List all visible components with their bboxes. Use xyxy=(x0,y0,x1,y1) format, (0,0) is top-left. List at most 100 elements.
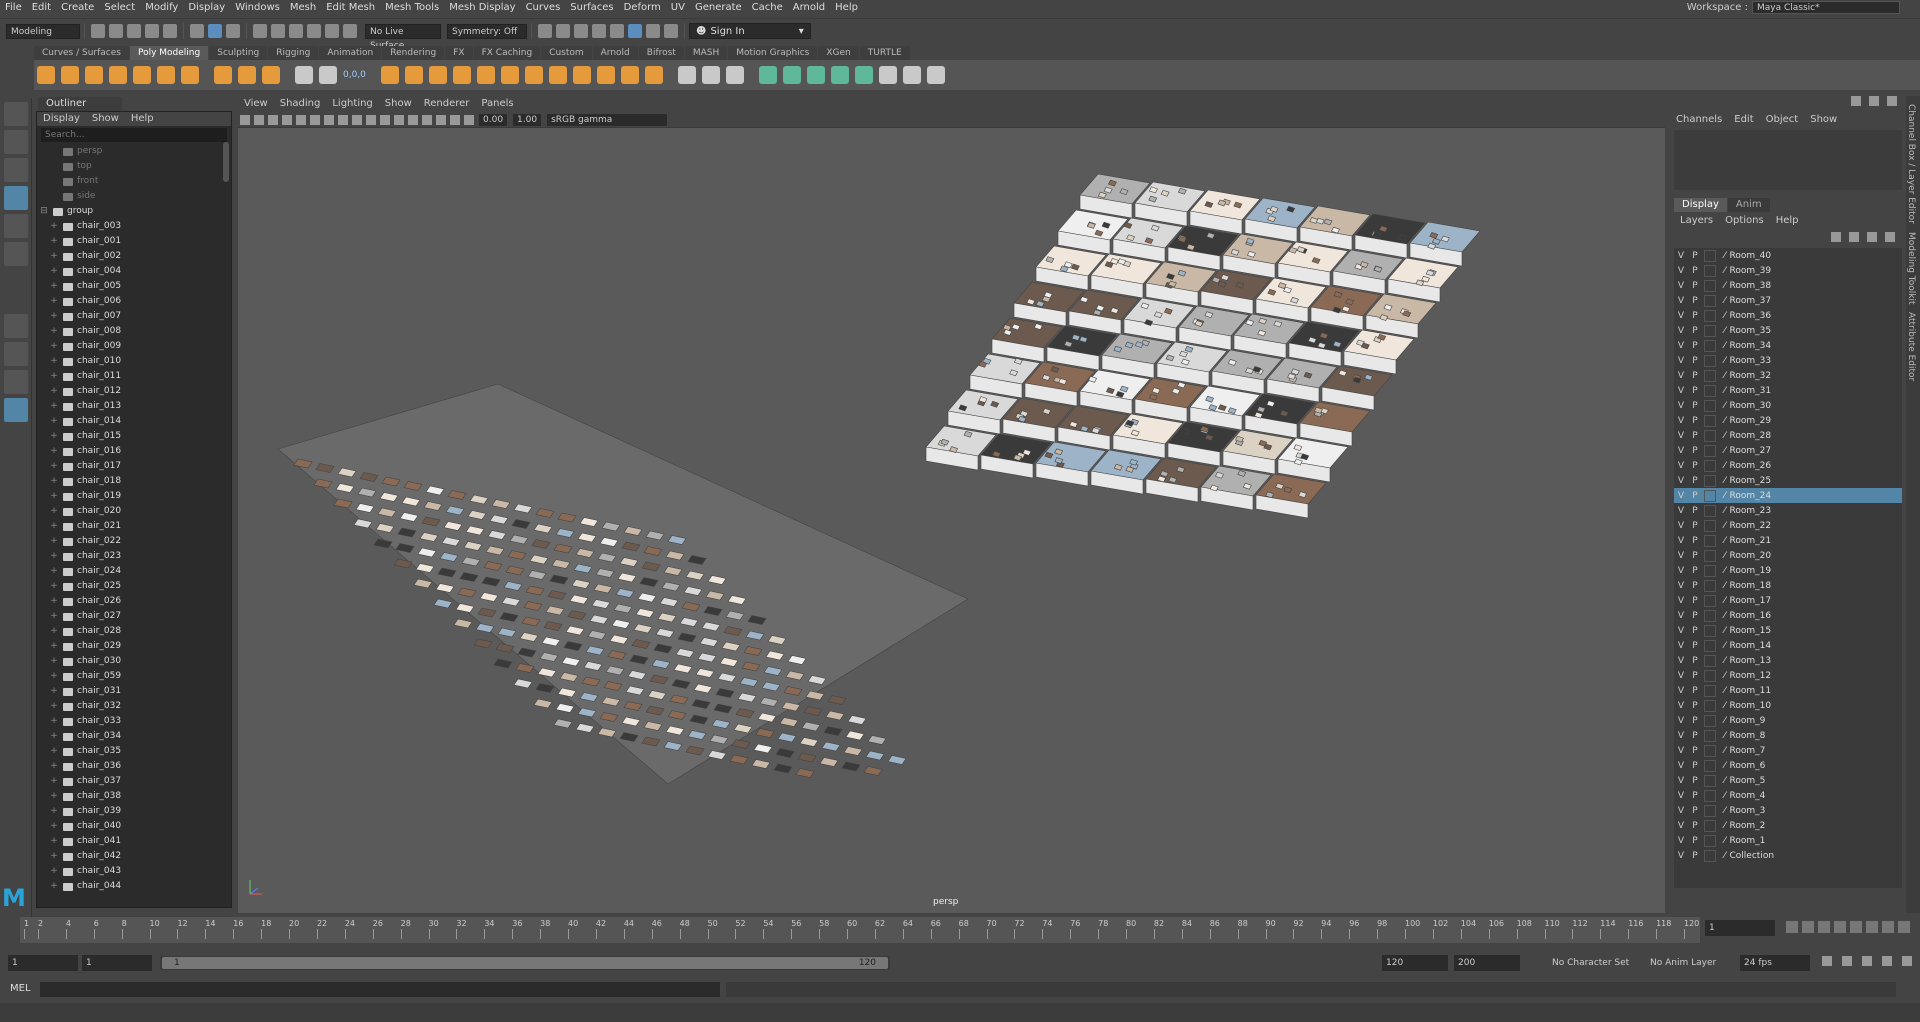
loop-icon[interactable] xyxy=(1822,956,1832,966)
layer-color-swatch[interactable] xyxy=(1704,339,1716,352)
rotate-tool-icon[interactable] xyxy=(4,214,28,238)
undo-icon[interactable] xyxy=(145,24,159,38)
poly-cylinder-icon[interactable] xyxy=(85,66,103,84)
layer-row[interactable]: V P ⁄ Room_12 xyxy=(1674,668,1902,683)
outliner-item-row[interactable]: + chair_010 xyxy=(37,354,231,369)
shelf-tab-turtle[interactable]: TURTLE xyxy=(859,46,910,60)
layer-visibility-toggle[interactable]: V xyxy=(1674,491,1688,501)
outliner-item-row[interactable]: + chair_012 xyxy=(37,384,231,399)
expand-icon[interactable]: + xyxy=(49,849,59,864)
outliner-item-row[interactable]: + chair_004 xyxy=(37,264,231,279)
outliner-item-row[interactable]: + chair_037 xyxy=(37,774,231,789)
layer-playback-toggle[interactable]: P xyxy=(1688,596,1702,606)
layer-row[interactable]: V P ⁄ Room_1 xyxy=(1674,833,1902,848)
exposure-field[interactable]: 0.00 xyxy=(479,113,508,126)
camera-icon[interactable] xyxy=(240,114,250,125)
layer-playback-toggle[interactable]: P xyxy=(1688,626,1702,636)
layer-color-swatch[interactable] xyxy=(1704,819,1716,832)
viewport-panel[interactable]: View Shading Lighting Show Renderer Panels 0.… xyxy=(238,96,1665,913)
redo-icon[interactable] xyxy=(163,24,177,38)
layer-visibility-toggle[interactable]: V xyxy=(1674,761,1688,771)
layer-visibility-toggle[interactable]: V xyxy=(1674,806,1688,816)
menu-mesh-tools[interactable]: Mesh Tools xyxy=(380,0,444,16)
toggle-modeling-toolkit-icon[interactable] xyxy=(1887,96,1897,106)
layer-color-swatch[interactable] xyxy=(1704,399,1716,412)
layer-row[interactable]: V P ⁄ Room_36 xyxy=(1674,308,1902,323)
expand-icon[interactable]: + xyxy=(49,219,59,234)
multi-cut-icon[interactable] xyxy=(319,66,337,84)
viewport-menu-shading[interactable]: Shading xyxy=(274,96,327,112)
outliner-item-row[interactable]: + chair_003 xyxy=(37,219,231,234)
bookmark-icon[interactable] xyxy=(268,114,278,125)
type-text-icon[interactable] xyxy=(238,66,256,84)
timeline-ticks[interactable]: 1 2 4 6 8 10 12 14 16 18 20 22 24 26 28 30 32 34 36 38 40 42 4… xyxy=(20,917,1700,943)
layer-visibility-toggle[interactable]: V xyxy=(1674,371,1688,381)
layer-color-swatch[interactable] xyxy=(1704,714,1716,727)
step-forward-frame-icon[interactable] xyxy=(1866,921,1878,933)
layer-visibility-toggle[interactable]: V xyxy=(1674,296,1688,306)
menu-curves[interactable]: Curves xyxy=(521,0,566,16)
menu-help[interactable]: Help xyxy=(830,0,863,16)
side-tab[interactable]: Attribute Editor xyxy=(1906,312,1916,381)
layer-playback-toggle[interactable]: P xyxy=(1688,731,1702,741)
new-layer-icon[interactable] xyxy=(1867,232,1877,242)
layer-playback-toggle[interactable]: P xyxy=(1688,371,1702,381)
layer-row[interactable]: V P ⁄ Collection xyxy=(1674,848,1902,863)
layer-row[interactable]: V P ⁄ Room_10 xyxy=(1674,698,1902,713)
side-tab[interactable]: Modeling Toolkit xyxy=(1906,232,1916,305)
smooth-shade-icon[interactable] xyxy=(366,114,376,125)
layer-playback-toggle[interactable]: P xyxy=(1688,386,1702,396)
expand-icon[interactable]: + xyxy=(49,444,59,459)
layer-visibility-toggle[interactable]: V xyxy=(1674,536,1688,546)
layer-color-swatch[interactable] xyxy=(1704,429,1716,442)
layer-color-swatch[interactable] xyxy=(1704,669,1716,682)
play-forward-icon[interactable] xyxy=(1850,921,1862,933)
select-tool-icon[interactable] xyxy=(4,102,28,126)
menu-surfaces[interactable]: Surfaces xyxy=(565,0,618,16)
step-back-frame-icon[interactable] xyxy=(1818,921,1830,933)
lasso-tool-icon[interactable] xyxy=(4,130,28,154)
layer-visibility-toggle[interactable]: V xyxy=(1674,626,1688,636)
layer-playback-toggle[interactable]: P xyxy=(1688,791,1702,801)
layer-playback-toggle[interactable]: P xyxy=(1688,581,1702,591)
layer-tab-display[interactable]: Display xyxy=(1674,198,1727,212)
layer-visibility-toggle[interactable]: V xyxy=(1674,656,1688,666)
layer-color-swatch[interactable] xyxy=(1704,369,1716,382)
outliner-item-row[interactable]: + chair_019 xyxy=(37,489,231,504)
poly-sphere-icon[interactable] xyxy=(37,66,55,84)
step-forward-key-icon[interactable] xyxy=(1882,921,1894,933)
layer-playback-toggle[interactable]: P xyxy=(1688,341,1702,351)
layer-color-swatch[interactable] xyxy=(1704,534,1716,547)
layer-visibility-toggle[interactable]: V xyxy=(1674,461,1688,471)
cylindrical-map-icon[interactable] xyxy=(782,66,801,84)
menu-cache[interactable]: Cache xyxy=(747,0,788,16)
outliner-item-row[interactable]: + chair_016 xyxy=(37,444,231,459)
expand-icon[interactable]: + xyxy=(49,309,59,324)
menu-display[interactable]: Display xyxy=(183,0,230,16)
camera-attr-icon[interactable] xyxy=(254,114,264,125)
layer-playback-toggle[interactable]: P xyxy=(1688,311,1702,321)
outliner-item-row[interactable]: + chair_059 xyxy=(37,669,231,684)
outliner-item-row[interactable]: + chair_007 xyxy=(37,309,231,324)
scale-tool-icon[interactable] xyxy=(4,242,28,266)
symmetry-dropdown[interactable]: Symmetry: Off xyxy=(447,23,527,39)
layer-row[interactable]: V P ⁄ Room_28 xyxy=(1674,428,1902,443)
outliner-item-row[interactable]: + chair_022 xyxy=(37,534,231,549)
layer-visibility-toggle[interactable]: V xyxy=(1674,281,1688,291)
shelf-tab-bifrost[interactable]: Bifrost xyxy=(638,46,684,60)
shadows-icon[interactable] xyxy=(408,114,418,125)
gamma-field[interactable]: 1.00 xyxy=(513,113,542,126)
layer-color-swatch[interactable] xyxy=(1704,774,1716,787)
expand-icon[interactable]: + xyxy=(49,594,59,609)
channelbox-menu-object[interactable]: Object xyxy=(1760,112,1805,128)
layer-row[interactable]: V P ⁄ Room_18 xyxy=(1674,578,1902,593)
expand-icon[interactable]: + xyxy=(49,774,59,789)
layer-playback-toggle[interactable]: P xyxy=(1688,416,1702,426)
range-handle[interactable]: 1 120 xyxy=(162,957,888,969)
layer-visibility-toggle[interactable]: V xyxy=(1674,356,1688,366)
outliner-item-row[interactable]: + chair_038 xyxy=(37,789,231,804)
go-to-start-icon[interactable] xyxy=(1786,921,1798,933)
anim-layer-dropdown[interactable]: No Anim Layer xyxy=(1646,955,1736,971)
xray-icon[interactable] xyxy=(464,114,474,125)
layer-color-swatch[interactable] xyxy=(1704,609,1716,622)
